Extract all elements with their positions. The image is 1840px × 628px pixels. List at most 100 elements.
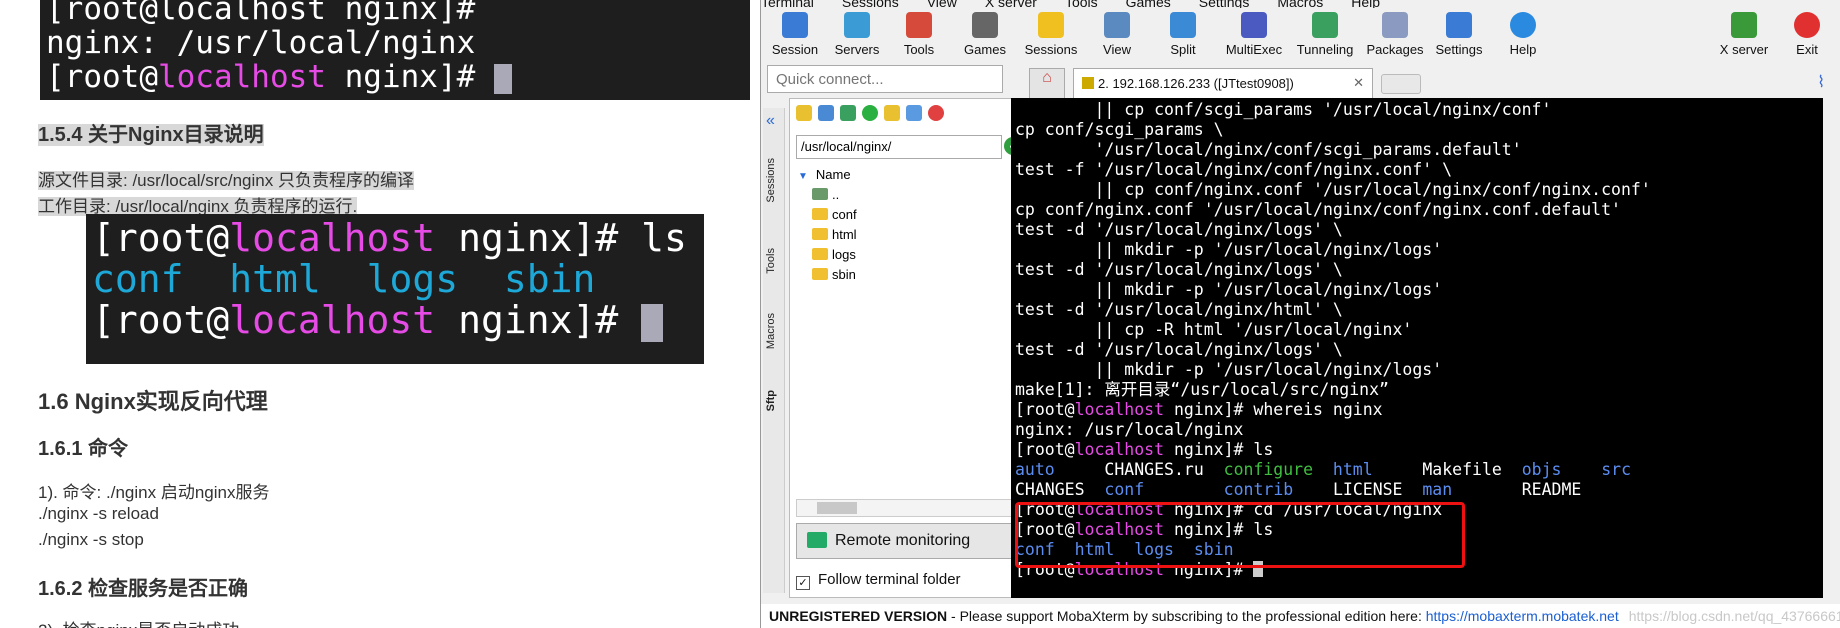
term-line: test -d '/usr/local/nginx/html' \ [1015,300,1343,319]
packages-icon [1382,12,1408,38]
term-line: test -d '/usr/local/nginx/logs' \ [1015,220,1343,239]
tree-item-label: conf [832,207,857,222]
split-icon [1170,12,1196,38]
snippet2-prompt: [root@ [92,216,230,260]
horizontal-scrollbar[interactable] [796,499,1024,517]
side-tab-tools[interactable]: Tools [765,248,783,274]
folder-icon [812,268,828,280]
follow-terminal-label: Follow terminal folder [818,571,961,588]
toolbar-settings-button[interactable]: Settings [1427,10,1491,57]
menu-settings[interactable]: Settings [1199,0,1250,8]
watermark: https://blog.csdn.net/qq_43766661 [1628,608,1840,624]
new-folder-icon[interactable] [884,105,900,121]
highlight-box [1015,502,1465,568]
term-line: test -f '/usr/local/nginx/conf/nginx.con… [1015,160,1453,179]
toolbar-sessions-button[interactable]: Sessions [1019,10,1083,57]
xserver-icon [1731,12,1757,38]
toolbar-exit-button[interactable]: Exit [1775,10,1839,57]
toolbar-xserver-button[interactable]: X server [1709,10,1779,57]
follow-terminal-checkbox[interactable]: ✓ Follow terminal folder [796,571,961,590]
vertical-scrollbar[interactable] [1825,98,1840,598]
quick-connect-input[interactable] [767,65,1003,93]
snippet2-prompt2: [root@ [92,298,230,342]
toolbar-help-button[interactable]: Help [1491,10,1555,57]
heading-1-5-4: 1.5.4 关于Nginx目录说明 [38,124,264,146]
cursor [641,303,664,342]
term-line: || mkdir -p '/usr/local/nginx/logs' [1015,360,1443,379]
remote-monitoring-button[interactable]: Remote monitoring [796,523,1024,559]
heading-1-6-2: 1.6.2 检查服务是否正确 [38,578,249,600]
term-line: || cp conf/nginx.conf '/usr/local/nginx/… [1015,180,1651,199]
ls-entry: CHANGES [1015,480,1085,499]
monitor-icon [807,532,827,548]
ls-entry: objs [1521,460,1562,479]
toolbar-tunneling-button[interactable]: Tunneling [1289,10,1361,57]
refresh-icon[interactable] [862,105,878,121]
snippet1-line2: nginx: /usr/local/nginx [46,25,476,61]
servers-icon [844,12,870,38]
view-icon [1104,12,1130,38]
settings-icon [1446,12,1472,38]
toolbar-packages-button[interactable]: Packages [1359,10,1431,57]
attach-icon[interactable]: ⌇ [1817,72,1825,92]
new-tab-button[interactable] [1381,74,1421,94]
home-tab[interactable]: ⌂ [1029,68,1065,98]
menu-sessions[interactable]: Sessions [842,0,899,8]
checkbox[interactable]: ✓ [796,576,810,590]
side-tab-macros[interactable]: Macros [765,313,783,349]
mobatek-link[interactable]: https://mobaxterm.mobatek.net [1426,608,1619,624]
menu-xserver[interactable]: X server [985,0,1037,8]
delete-icon[interactable] [928,105,944,121]
term-line: test -d '/usr/local/nginx/logs' \ [1015,340,1343,359]
toolbar-session-button[interactable]: Session [763,10,827,57]
toolbar-servers-button[interactable]: Servers [825,10,889,57]
status-text: - Please support MobaXterm by subscribin… [947,608,1426,624]
scrollbar-thumb[interactable] [817,502,857,514]
dir-conf: conf [92,257,184,301]
toolbar-view-button[interactable]: View [1085,10,1149,57]
dir-logs: logs [366,257,459,301]
tree-item-sbin[interactable]: sbin [798,265,1018,285]
folder-icon [812,208,828,220]
toolbar-multiexec-button[interactable]: MultiExec [1217,10,1291,57]
tree-item-conf[interactable]: conf [798,205,1018,225]
term-line: test -d '/usr/local/nginx/logs' \ [1015,260,1343,279]
toolbar-tools-button[interactable]: Tools [887,10,951,57]
new-file-icon[interactable] [906,105,922,121]
snippet1-prompt: [root@ [46,59,158,95]
ls-entry: configure [1223,460,1314,479]
menu-help[interactable]: Help [1351,0,1380,8]
menu-tools[interactable]: Tools [1065,0,1098,8]
tree-item-label: html [832,227,857,242]
heading-1-6-1: 1.6.1 命令 [38,438,129,460]
ls-entry: conf [1104,480,1145,499]
sftp-path-input[interactable]: /usr/local/nginx/ [796,135,1002,159]
tree-item-html[interactable]: html [798,225,1018,245]
toolbar-split-button[interactable]: Split [1151,10,1215,57]
games-icon [972,12,998,38]
folder-up-icon[interactable] [796,105,812,121]
download-icon[interactable] [818,105,834,121]
tree-item-parent[interactable]: .. [798,185,1018,205]
side-tab-sftp[interactable]: Sftp [765,390,783,411]
dir-html: html [229,257,321,301]
ls-entry: contrib [1223,480,1294,499]
tab-session-2[interactable]: 2. 192.168.126.233 ([JTtest0908]) ✕ [1073,68,1373,98]
snippet2-host: localhost [229,216,436,260]
ls-entry: LICENSE [1332,480,1403,499]
menu-view[interactable]: View [927,0,957,8]
upload-icon[interactable] [840,105,856,121]
toolbar-games-button[interactable]: Games [953,10,1017,57]
menu-games[interactable]: Games [1126,0,1171,8]
document-pane: [root@localhost nginx]# nginx: /usr/loca… [0,0,760,628]
side-tab-sessions[interactable]: Sessions [765,158,783,203]
sort-arrow-icon: ▼ [798,171,808,182]
term-cmd: whereis nginx [1253,400,1383,419]
menu-terminal[interactable]: Terminal [761,0,814,8]
close-icon[interactable]: ✕ [1353,75,1364,91]
collapse-icon[interactable]: « [766,112,775,130]
menu-macros[interactable]: Macros [1277,0,1323,8]
tree-item-logs[interactable]: logs [798,245,1018,265]
tree-header[interactable]: ▼ Name [798,165,1018,185]
term-host: localhost [1074,440,1165,459]
